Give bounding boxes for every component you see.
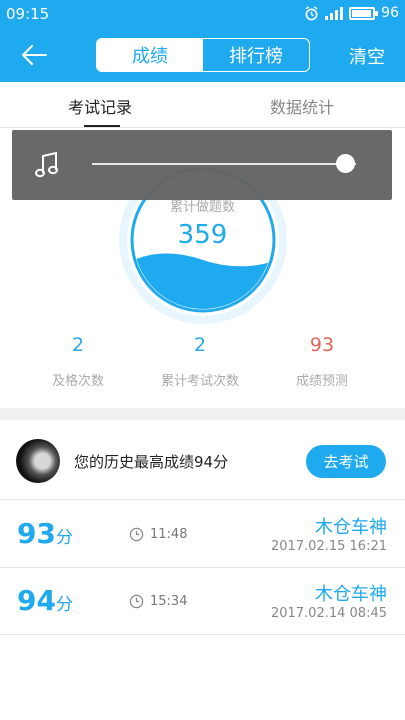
gauge-value: 359 — [177, 220, 228, 250]
clear-button[interactable]: 清空 — [349, 43, 385, 69]
segmented-control: 成绩 排行榜 — [96, 38, 310, 72]
battery-level: 96 — [381, 5, 399, 21]
record-score-value: 93 — [17, 517, 56, 550]
stat-prediction-value: 93 — [309, 334, 335, 356]
best-score-row: 您的历史最高成绩94分 去考试 — [0, 420, 405, 500]
record-date: 2017.02.14 08:45 — [270, 606, 387, 621]
stat-passed-label: 及格次数 — [51, 374, 104, 389]
stat-passed: 2 及格次数 — [8, 334, 148, 389]
seek-handle[interactable] — [336, 154, 356, 173]
tab-statistics[interactable]: 数据统计 — [270, 94, 334, 118]
record-date: 2017.02.15 16:21 — [270, 539, 387, 554]
status-icons: 96 — [304, 5, 399, 21]
go-exam-button[interactable]: 去考试 — [306, 445, 386, 478]
music-note-icon[interactable] — [34, 150, 60, 180]
avatar[interactable] — [16, 439, 60, 483]
stat-exams: 2 累计考试次数 — [130, 334, 270, 389]
status-time: 09:15 — [6, 5, 50, 23]
record-score: 94分 — [17, 584, 73, 617]
stats-row: 2 及格次数 2 累计考试次数 93 成绩预测 — [0, 334, 405, 394]
clock-icon — [129, 594, 144, 609]
clock-icon — [129, 527, 144, 542]
record-score-unit: 分 — [55, 595, 73, 615]
section-divider — [0, 408, 405, 420]
segment-scores[interactable]: 成绩 — [97, 39, 203, 71]
tab-indicator — [84, 125, 120, 127]
navbar: 成绩 排行榜 清空 — [0, 28, 405, 82]
best-score-text: 您的历史最高成绩94分 — [74, 453, 229, 471]
exam-record[interactable]: 93分 11:48 木仓车神 2017.02.15 16:21 — [0, 501, 405, 568]
alarm-icon — [305, 5, 318, 20]
record-score: 93分 — [17, 517, 73, 550]
stat-prediction: 93 成绩预测 — [252, 334, 392, 389]
record-duration: 11:48 — [150, 527, 188, 542]
battery-icon — [349, 6, 379, 20]
record-name: 木仓车神 — [315, 584, 387, 605]
stat-prediction-label: 成绩预测 — [295, 374, 348, 389]
record-duration: 15:34 — [150, 594, 188, 609]
audio-player — [12, 130, 392, 200]
stat-exams-label: 累计考试次数 — [160, 374, 239, 389]
record-name: 木仓车神 — [315, 517, 387, 538]
segment-ranking[interactable]: 排行榜 — [203, 39, 309, 71]
exam-record[interactable]: 94分 15:34 木仓车神 2017.02.14 08:45 — [0, 568, 405, 635]
tab-bar: 考试记录 数据统计 — [0, 82, 405, 128]
seek-track[interactable] — [92, 163, 356, 165]
stat-passed-value: 2 — [71, 334, 85, 356]
signal-icon — [325, 6, 344, 20]
record-score-value: 94 — [17, 584, 56, 617]
record-score-unit: 分 — [55, 528, 73, 548]
status-bar: 09:15 96 — [0, 0, 405, 28]
stat-exams-value: 2 — [193, 334, 207, 356]
tab-exam-records[interactable]: 考试记录 — [68, 94, 132, 118]
back-arrow-icon[interactable] — [18, 40, 50, 70]
